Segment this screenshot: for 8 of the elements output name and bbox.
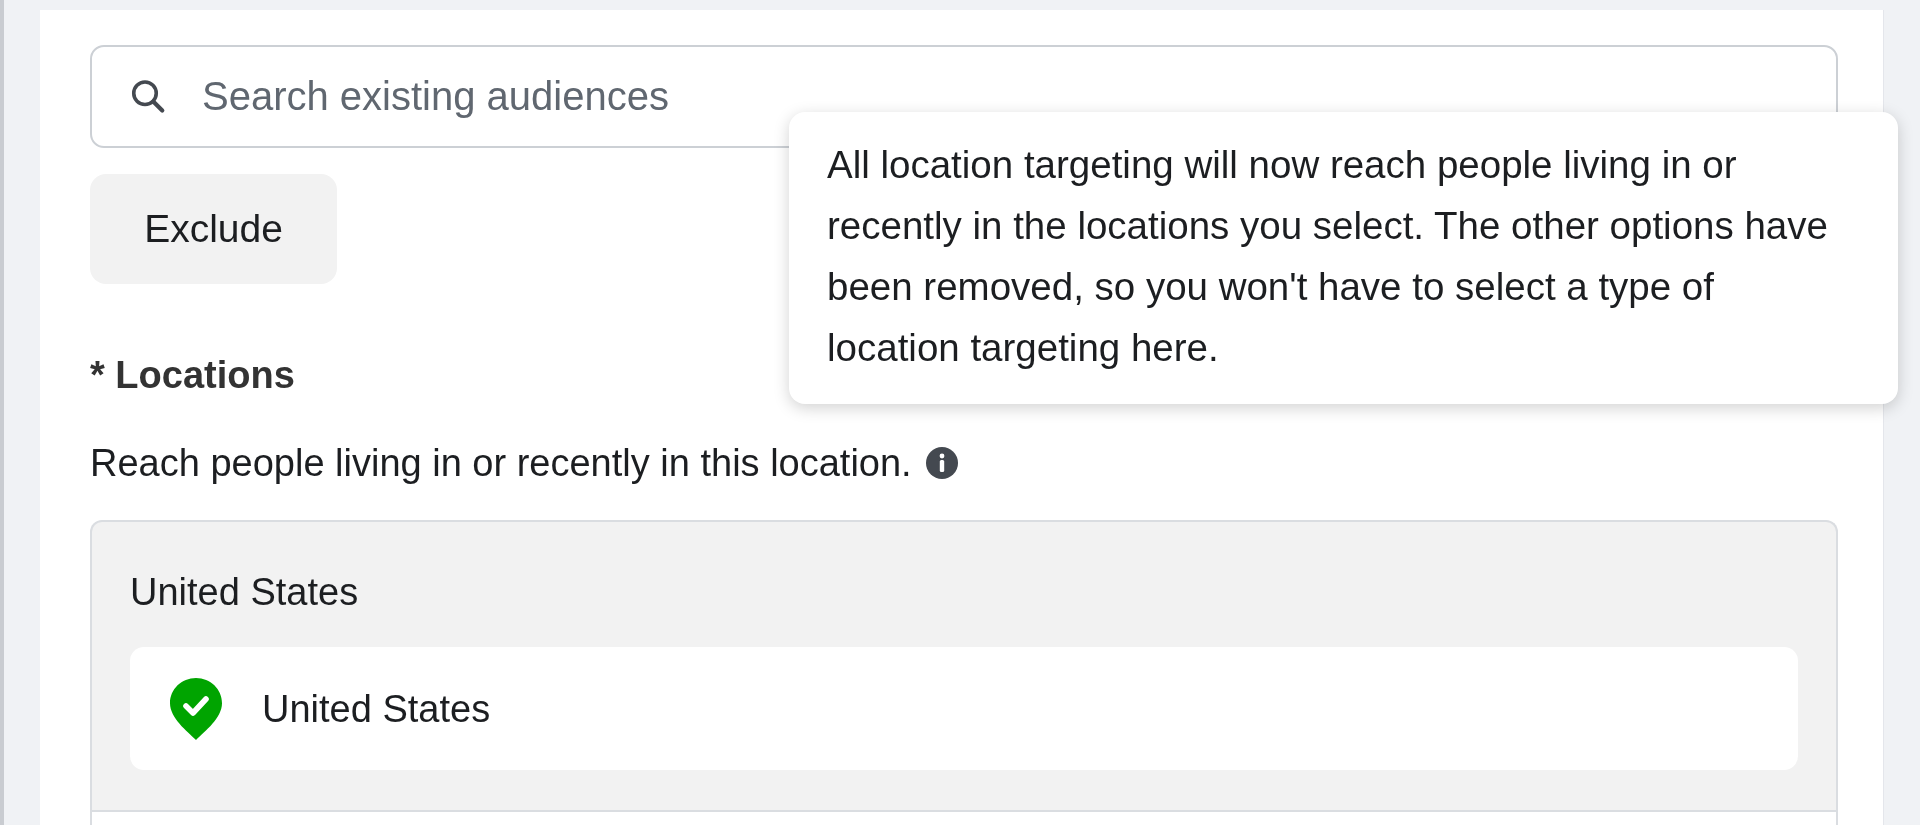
tooltip: All location targeting will now reach people living in or recently in the locations you select. The other options have been removed, so you won't have to select a type of location targeting here. [789, 112, 1898, 404]
location-name: United States [262, 686, 491, 732]
exclude-button[interactable]: Exclude [90, 174, 337, 284]
section-title: * Locations [90, 353, 295, 398]
group-title: United States [130, 570, 360, 615]
location-item[interactable]: United States [130, 647, 1798, 770]
info-icon [925, 447, 958, 479]
description-text: Reach people living in or recently in this location. [90, 441, 912, 486]
